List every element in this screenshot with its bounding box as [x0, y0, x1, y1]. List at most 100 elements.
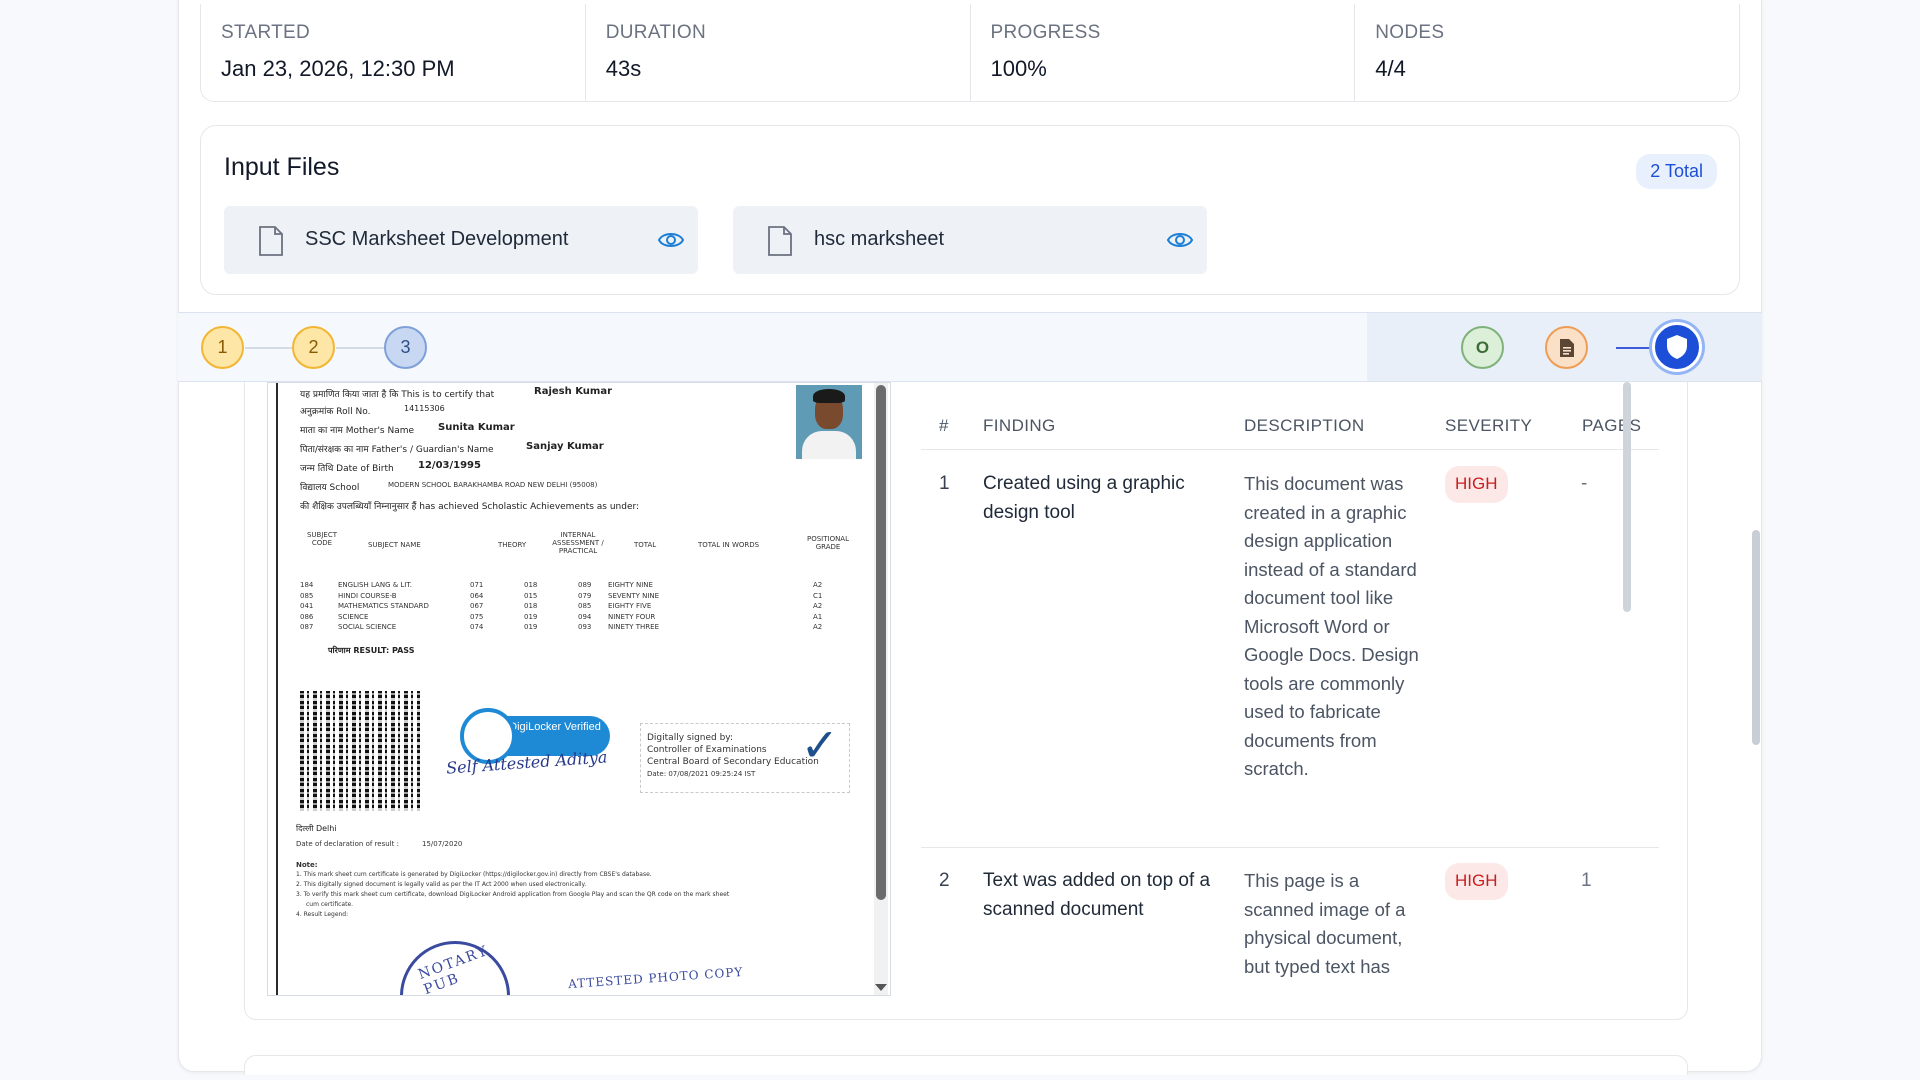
eye-icon[interactable]	[1167, 229, 1193, 251]
column-header-severity: SEVERITY	[1445, 416, 1533, 435]
findings-table-header: # FINDING DESCRIPTION SEVERITY PAGES	[921, 410, 1659, 450]
node-strip: O	[1367, 313, 1762, 381]
doc-text: की शैक्षिक उपलब्धियाँ निम्नानुसार हैं ha…	[300, 502, 640, 512]
doc-subject-cell: 093	[578, 623, 592, 631]
doc-subject-cell: NINETY FOUR	[608, 612, 656, 621]
table-row[interactable]: 2 Text was added on top of a scanned doc…	[921, 849, 1659, 996]
node-document[interactable]	[1545, 326, 1588, 369]
document-scrollbar[interactable]	[874, 383, 888, 995]
severity-cell: HIGH	[1445, 863, 1508, 900]
pipeline-steps-bar: 1 2 3 O	[178, 312, 1762, 382]
doc-subject-cell: 015	[524, 591, 538, 600]
eye-icon[interactable]	[658, 229, 684, 251]
file-icon	[259, 226, 283, 256]
document-page: यह प्रमाणित किया जाता है कि This is to c…	[276, 383, 876, 995]
checkmark-icon: ✓	[800, 719, 839, 771]
stat-nodes: NODES 4/4	[1355, 4, 1739, 101]
doc-declaration: Date of declaration of result :	[296, 840, 399, 848]
input-files-card: Input Files 2 Total SSC Marksheet Develo…	[200, 125, 1740, 295]
findings-scrollbar[interactable]	[1623, 382, 1631, 612]
doc-subject-cell: 086	[300, 612, 314, 621]
table-row[interactable]: 1 Created using a graphic design tool Th…	[921, 452, 1659, 848]
signature-line: Central Board of Secondary Education	[647, 757, 819, 767]
step-connector	[245, 347, 292, 349]
signature-line: Digitally signed by:	[647, 733, 734, 743]
doc-declaration-date: 15/07/2020	[422, 840, 463, 848]
doc-note: 4. Result Legend:	[296, 911, 349, 918]
file-item[interactable]: hsc marksheet	[733, 206, 1207, 274]
scrollbar-thumb[interactable]	[876, 385, 886, 900]
stat-value: 43s	[605, 56, 642, 81]
node-o[interactable]: O	[1461, 326, 1504, 369]
input-files-title: Input Files	[224, 153, 340, 181]
doc-subject-cell: A2	[813, 623, 823, 631]
stamp-text: NOTARY PUB	[416, 942, 491, 995]
doc-subject-cell: 018	[524, 602, 538, 610]
doc-subject-cell: HINDI COURSE-B	[338, 591, 397, 600]
stat-started: STARTED Jan 23, 2026, 12:30 PM	[201, 4, 586, 101]
file-name: hsc marksheet	[814, 228, 945, 250]
file-icon	[768, 226, 792, 256]
doc-subject-cell: MATHEMATICS STANDARD	[338, 602, 429, 610]
file-name: SSC Marksheet Development	[305, 228, 569, 250]
doc-subject-cell: 074	[470, 623, 484, 631]
doc-note: 1. This mark sheet cum certificate is ge…	[296, 871, 652, 878]
doc-subject-cell: EIGHTY FIVE	[608, 602, 652, 610]
file-item[interactable]: SSC Marksheet Development	[224, 206, 698, 274]
doc-subject-cell: 075	[470, 612, 484, 621]
step-3[interactable]: 3	[384, 326, 427, 369]
column-header-pages: PAGES	[1582, 416, 1642, 435]
doc-subject-cell: 067	[470, 602, 484, 610]
doc-table-header: INTERNAL ASSESSMENT / PRACTICAL	[552, 531, 604, 555]
stat-duration: DURATION 43s	[586, 4, 971, 101]
doc-table-header: THEORY	[498, 541, 527, 549]
finding-description: This document was created in a graphic d…	[1244, 473, 1419, 779]
signature-line: Controller of Examinations	[647, 745, 767, 755]
doc-note: cum certificate.	[306, 901, 354, 908]
finding-title: Text was added on top of a scanned docum…	[983, 870, 1211, 920]
step-2[interactable]: 2	[292, 326, 335, 369]
doc-table-header: SUBJECT CODE	[306, 531, 338, 547]
doc-note: Note:	[296, 861, 318, 869]
node-shield[interactable]	[1652, 322, 1702, 372]
doc-subject-cell: SEVENTY NINE	[608, 591, 660, 600]
stat-label: STARTED	[221, 22, 311, 43]
node-connector	[1616, 347, 1652, 349]
doc-text: Sunita Kumar	[438, 422, 515, 433]
column-header-number: #	[939, 416, 949, 435]
doc-subject-cell: NINETY THREE	[608, 623, 659, 631]
findings-card: यह प्रमाणित किया जाता है कि This is to c…	[244, 382, 1688, 1020]
severity-badge: HIGH	[1445, 466, 1508, 503]
doc-subject-cell: 085	[300, 591, 314, 600]
document-preview[interactable]: यह प्रमाणित किया जाता है कि This is to c…	[267, 382, 891, 996]
doc-subject-cell: 089	[578, 581, 592, 589]
doc-text: विद्यालय School	[300, 483, 360, 493]
doc-subject-cell: 085	[578, 602, 592, 610]
step-connector	[336, 347, 384, 349]
doc-subject-cell: A1	[813, 612, 823, 621]
doc-note: 2. This digitally signed document is leg…	[296, 881, 587, 888]
doc-table-header: POSITIONAL GRADE	[806, 535, 849, 551]
doc-table-header: SUBJECT NAME	[368, 541, 421, 549]
doc-subject-cell: ENGLISH LANG & LIT.	[338, 581, 413, 589]
page-scrollbar[interactable]	[1752, 530, 1760, 745]
column-header-description: DESCRIPTION	[1244, 416, 1365, 435]
column-header-finding: FINDING	[983, 416, 1056, 435]
doc-table-header: TOTAL IN WORDS	[698, 541, 760, 549]
doc-subject-cell: C1	[813, 591, 823, 600]
doc-note: 3. To verify this mark sheet cum certifi…	[296, 891, 730, 898]
doc-subject-cell: 064	[470, 591, 484, 600]
doc-text: अनुक्रमांक Roll No.	[300, 407, 371, 417]
doc-text: 14115306	[404, 404, 445, 413]
stat-value: 4/4	[1375, 56, 1406, 81]
doc-subject-cell: 019	[524, 612, 538, 621]
doc-subject-cell: 184	[300, 581, 314, 589]
doc-subject-cell: 019	[524, 623, 538, 631]
scroll-down-arrow-icon[interactable]	[875, 984, 887, 991]
student-photo	[796, 385, 862, 459]
qr-code	[300, 691, 420, 811]
doc-subject-cell: 071	[470, 581, 484, 589]
doc-subject-cell: 041	[300, 602, 314, 610]
doc-result: परिणाम RESULT: PASS	[328, 646, 415, 655]
step-1[interactable]: 1	[201, 326, 244, 369]
